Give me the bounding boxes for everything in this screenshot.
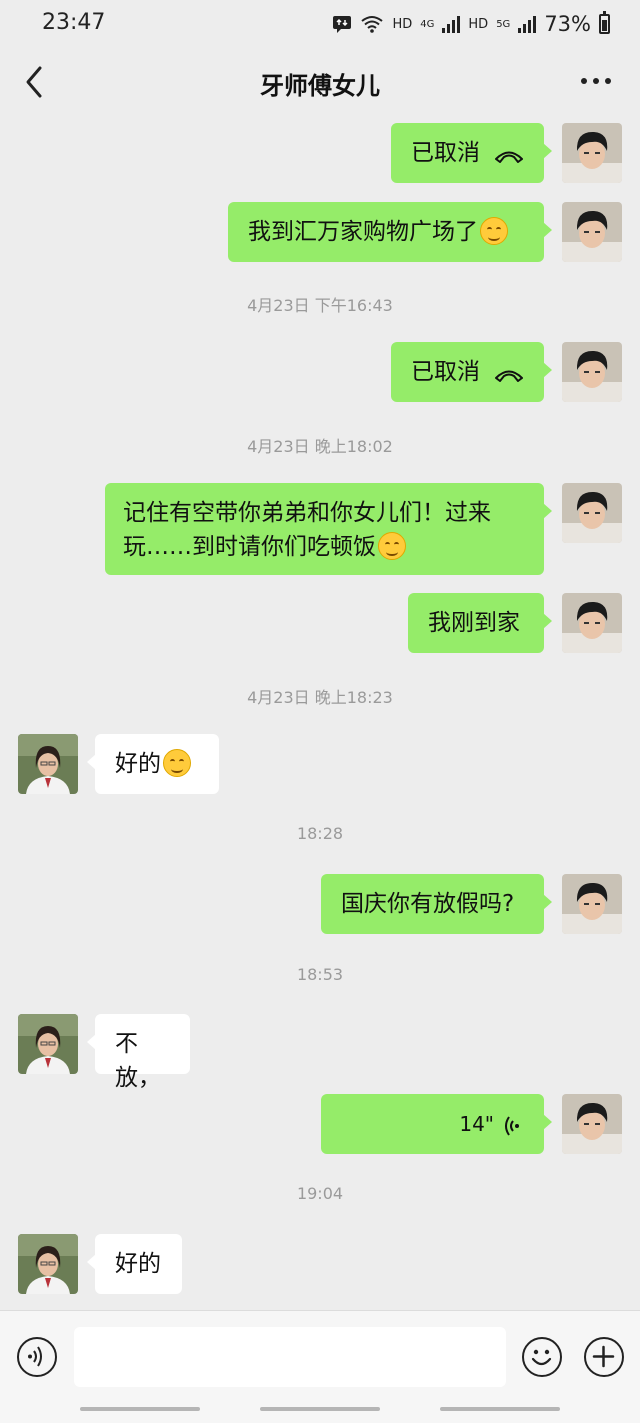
emoji-icon xyxy=(531,1349,552,1366)
my-avatar[interactable] xyxy=(562,874,622,934)
smile-emoji-icon xyxy=(480,217,508,245)
wifi-icon xyxy=(361,16,384,33)
timestamp: 18:53 xyxy=(296,965,344,984)
hd-label-1: HD xyxy=(392,16,413,32)
timestamp: 4月23日 晚上18:23 xyxy=(247,688,393,707)
signal-icon-2 xyxy=(518,15,537,33)
timestamp: 4月23日 晚上18:02 xyxy=(247,437,393,456)
timestamp: 18:28 xyxy=(296,824,344,843)
smile-emoji-icon xyxy=(163,749,191,777)
message-list[interactable]: 已取消 我到汇万家购物广场了 4月23日 下午16:43 已取消 4月23日 晚… xyxy=(0,114,640,1310)
message-bubble-call[interactable]: 已取消 xyxy=(391,123,552,183)
battery-percent: 73% xyxy=(544,12,591,36)
message-text: 已取消 xyxy=(411,140,480,166)
chat-title: 牙师傅女儿 xyxy=(260,72,380,100)
message-bubble[interactable]: 不放， xyxy=(87,1014,190,1091)
smile-emoji-icon xyxy=(378,532,406,560)
nav-gesture-bar xyxy=(80,1407,200,1411)
message-text: 已取消 xyxy=(411,359,480,385)
emoji-button[interactable] xyxy=(522,1337,562,1377)
input-bar xyxy=(0,1310,640,1423)
message-bubble[interactable]: 我刚到家 xyxy=(408,593,552,653)
timestamp: 19:04 xyxy=(296,1184,344,1203)
status-time: 23:47 xyxy=(42,10,106,35)
signal-icon-1 xyxy=(442,15,461,33)
message-text: 好的 xyxy=(115,751,161,777)
message-input[interactable] xyxy=(74,1327,506,1387)
my-avatar[interactable] xyxy=(562,1094,622,1154)
network-4g-label: 4G xyxy=(420,18,435,30)
nav-gesture-bar xyxy=(440,1407,560,1411)
hd-label-2: HD xyxy=(468,16,489,32)
my-avatar[interactable] xyxy=(562,483,622,543)
voice-message-bubble[interactable]: 14" xyxy=(321,1094,552,1154)
voice-mode-icon xyxy=(28,1346,42,1367)
contact-avatar[interactable] xyxy=(18,734,78,794)
contact-avatar[interactable] xyxy=(18,1014,78,1074)
my-avatar[interactable] xyxy=(562,202,622,262)
message-bubble[interactable]: 国庆你有放假吗? xyxy=(321,874,552,934)
my-avatar[interactable] xyxy=(562,123,622,183)
message-text-line: 记住有空带你弟弟和你女儿们！过来 xyxy=(123,500,491,526)
voice-mode-button[interactable] xyxy=(17,1337,57,1377)
plus-icon xyxy=(592,1345,615,1368)
message-text: 我到汇万家购物广场了 xyxy=(248,219,478,245)
message-bubble-call[interactable]: 已取消 xyxy=(391,342,552,402)
plus-button[interactable] xyxy=(584,1337,624,1377)
my-avatar[interactable] xyxy=(562,342,622,402)
battery-icon xyxy=(599,11,610,34)
timestamp: 4月23日 下午16:43 xyxy=(247,296,393,315)
more-icon[interactable] xyxy=(576,66,616,96)
message-text: 我刚到家 xyxy=(428,610,520,636)
phone-hangup-icon xyxy=(495,370,523,382)
message-bubble[interactable]: 记住有空带你弟弟和你女儿们！过来 玩……到时请你们吃顿饭 xyxy=(105,483,552,575)
message-bubble[interactable]: 好的 xyxy=(87,1234,182,1294)
network-5g-label: 5G xyxy=(496,18,511,30)
message-bubble[interactable]: 好的 xyxy=(87,734,219,794)
voice-duration: 14" xyxy=(459,1112,494,1136)
message-text: 好的 xyxy=(115,1251,161,1277)
voice-wave-icon xyxy=(505,1116,519,1136)
chat-header: 牙师傅女儿 xyxy=(0,52,640,114)
status-bar: 23:47 HD 4G HD 5G 73% xyxy=(0,0,640,52)
message-notification-icon xyxy=(333,16,352,33)
message-bubble[interactable]: 我到汇万家购物广场了 xyxy=(228,202,552,262)
nav-gesture-bar xyxy=(260,1407,380,1411)
contact-avatar[interactable] xyxy=(18,1234,78,1294)
phone-hangup-icon xyxy=(495,151,523,163)
status-icons: HD 4G HD 5G 73% xyxy=(332,11,610,36)
message-text-line: 玩……到时请你们吃顿饭 xyxy=(123,534,376,560)
message-text: 不放， xyxy=(115,1031,161,1091)
my-avatar[interactable] xyxy=(562,593,622,653)
message-text: 国庆你有放假吗? xyxy=(341,891,515,917)
